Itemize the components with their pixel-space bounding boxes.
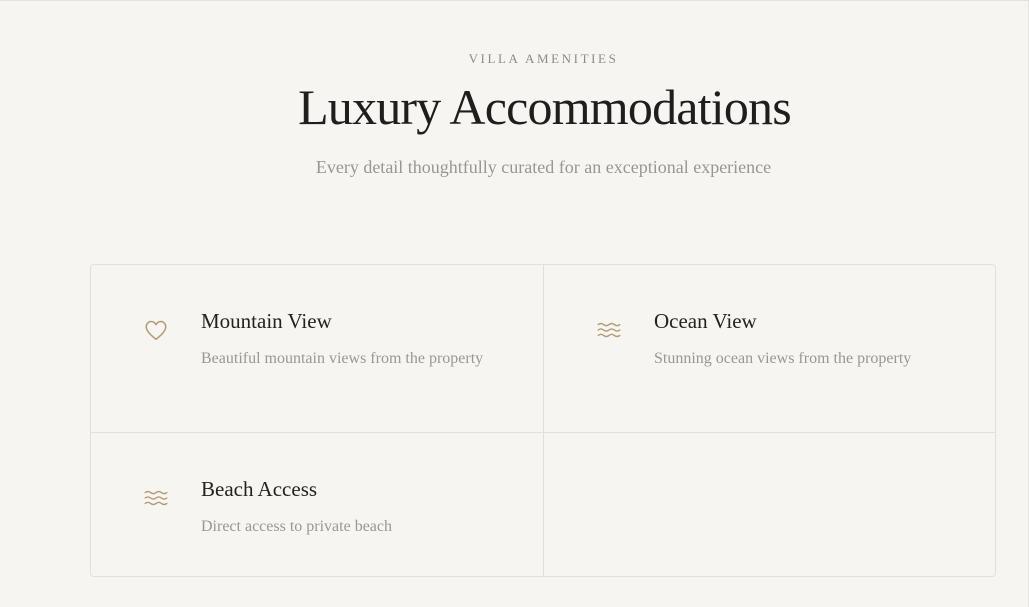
heart-icon [143, 317, 169, 343]
amenity-title: Mountain View [201, 309, 332, 333]
amenity-card-ocean-view: Ocean View Stunning ocean views from the… [544, 265, 995, 433]
waves-icon [143, 485, 169, 511]
waves-icon [596, 317, 622, 343]
amenity-description: Stunning ocean views from the property [654, 350, 912, 367]
top-divider [0, 0, 1029, 1]
amenity-title: Beach Access [201, 477, 318, 501]
amenity-card-empty [544, 433, 995, 576]
amenity-card-beach-access: Beach Access Direct access to private be… [91, 433, 544, 576]
page-title: Luxury Accommodations [298, 79, 792, 135]
amenity-title: Ocean View [654, 309, 757, 333]
section-eyebrow: VILLA AMENITIES [468, 51, 619, 66]
amenities-grid: Mountain View Beautiful mountain views f… [90, 264, 996, 577]
page-subtitle: Every detail thoughtfully curated for an… [315, 157, 772, 177]
amenity-description: Beautiful mountain views from the proper… [201, 350, 484, 367]
amenity-description: Direct access to private beach [201, 518, 393, 535]
amenity-card-mountain-view: Mountain View Beautiful mountain views f… [91, 265, 544, 433]
